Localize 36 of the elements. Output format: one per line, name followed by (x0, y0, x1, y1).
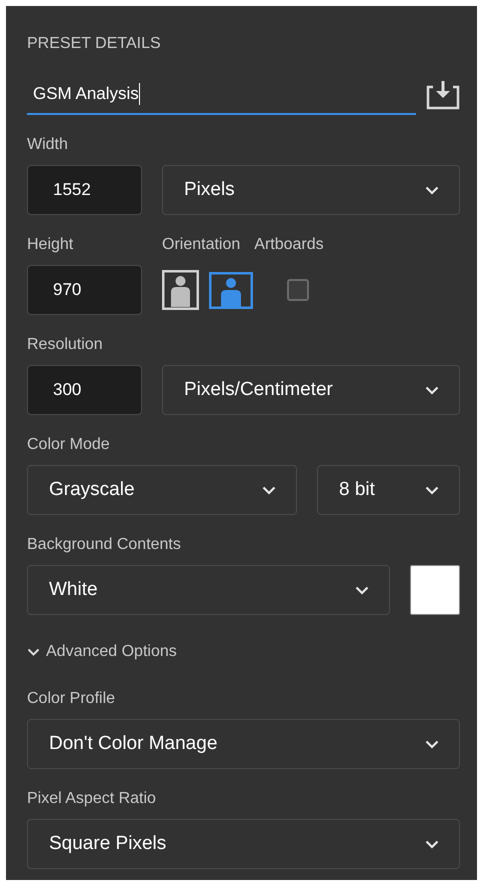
landscape-orientation-button[interactable] (209, 272, 253, 308)
chevron-down-icon (425, 486, 439, 494)
dropdown[interactable]: Grayscale (27, 465, 297, 515)
save-preset-icon[interactable] (426, 80, 460, 110)
field-label: Color Profile (27, 689, 116, 709)
height-field[interactable]: 970 (27, 265, 142, 315)
chevron-down-icon (262, 486, 276, 494)
dropdown[interactable]: Pixels (162, 165, 460, 215)
field-label: Width (27, 135, 69, 155)
dropdown[interactable]: Square Pixels (27, 819, 460, 869)
section-title: PRESET DETAILS (27, 34, 162, 54)
portrait-orientation-button[interactable] (162, 270, 199, 310)
chevron-down-icon (425, 740, 439, 748)
advanced-options-toggle[interactable]: Advanced Options (27, 643, 177, 661)
field-label: Background Contents (27, 535, 182, 555)
dropdown[interactable]: Pixels/Centimeter (162, 365, 460, 415)
resolution-field[interactable]: 300 (27, 365, 142, 415)
field-label: Orientation (162, 235, 240, 255)
chevron-down-icon (27, 648, 40, 656)
dropdown[interactable]: Don't Color Manage (27, 719, 460, 769)
chevron-down-icon (425, 840, 439, 848)
chevron-down-icon (425, 386, 439, 394)
field-label: Artboards (254, 235, 324, 255)
field-label: Resolution (27, 335, 104, 355)
artboards-checkbox[interactable] (287, 279, 309, 301)
chevron-down-icon (425, 186, 439, 194)
chevron-down-icon (355, 586, 369, 594)
dropdown[interactable]: 8 bit (317, 465, 460, 515)
dropdown[interactable]: White (27, 565, 390, 615)
field-label: Height (27, 235, 74, 255)
width-field[interactable]: 1552 (27, 165, 142, 215)
preset-name-field[interactable]: GSM Analysis (27, 74, 416, 115)
color-swatch[interactable] (410, 565, 460, 615)
field-label: Color Mode (27, 435, 111, 455)
field-label: Pixel Aspect Ratio (27, 789, 157, 809)
text-cursor (138, 82, 140, 104)
